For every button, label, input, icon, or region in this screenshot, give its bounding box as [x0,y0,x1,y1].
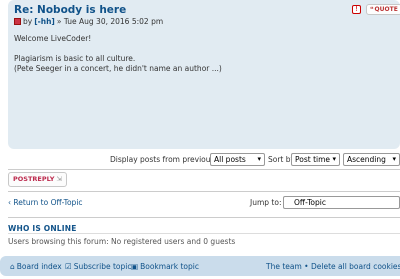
bookmark-icon: ▣ [131,262,139,271]
post-reply-button[interactable]: POSTREPLY ⇲ [8,172,67,187]
online-users-text: Users browsing this forum: No registered… [8,237,236,246]
who-is-online-heading: WHO IS ONLINE [8,224,77,233]
chevron-down-icon: ▾ [392,155,396,163]
post-body: Welcome LiveCoder! Plagiarism is basic t… [14,34,222,84]
sort-order-select[interactable]: Ascending ▾ [343,153,400,166]
sort-by-value: Post time [295,155,331,164]
post-body-line: Welcome LiveCoder! [14,34,92,43]
bookmark-topic-link[interactable]: ▣ Bookmark topic [131,262,199,271]
sort-bar: Display posts from previous: All posts ▾ … [0,152,400,167]
report-icon[interactable]: ! [352,5,361,14]
jump-to-select[interactable]: Off-Topic [283,196,400,209]
by-label: by [23,17,33,26]
board-index-label: Board index [16,262,62,271]
divider [8,217,400,218]
post-body-line: Plagiarism is basic to all culture. [14,54,136,63]
post-date: » Tue Aug 30, 2016 5:02 pm [56,17,164,26]
display-posts-select[interactable]: All posts ▾ [210,153,265,166]
post-reply-label: POSTREPLY [13,175,55,183]
subscribe-topic-link[interactable]: ☑ Subscribe topic [65,262,131,271]
divider [8,233,400,234]
sort-by-select[interactable]: Post time ▾ [291,153,340,166]
quote-icon: ❝ [370,6,374,13]
author-link[interactable]: [-hh] [34,17,55,26]
divider [8,169,400,170]
post-meta: by [-hh] » Tue Aug 30, 2016 5:02 pm [14,17,163,26]
chevron-down-icon: ▾ [257,155,261,163]
return-link[interactable]: ‹ Return to Off-Topic [8,198,83,207]
sort-order-value: Ascending [347,155,386,164]
post-icon[interactable] [14,18,21,25]
subscribe-icon: ☑ [65,262,72,271]
home-icon: ⌂ [10,262,15,271]
footer-right-links[interactable]: The team • Delete all board cookies • [266,262,400,271]
post-body-line: (Pete Seeger in a concert, he didn't nam… [14,64,222,73]
board-index-link[interactable]: ⌂ Board index [10,262,62,271]
display-posts-value: All posts [214,155,246,164]
bookmark-topic-label: Bookmark topic [140,262,199,271]
reply-icon: ⇲ [56,175,62,183]
jump-to-label: Jump to: [250,198,282,207]
footer-bar: ⌂ Board index ☑ Subscribe topic ▣ Bookmark … [0,256,400,276]
chevron-down-icon: ▾ [332,155,336,163]
subscribe-topic-label: Subscribe topic [73,262,132,271]
quote-button[interactable]: ❝QUOTE [366,4,400,15]
post-title[interactable]: Re: Nobody is here [14,4,126,16]
quote-label: QUOTE [374,6,398,13]
display-posts-label: Display posts from previous: [110,155,217,164]
divider [8,191,400,192]
